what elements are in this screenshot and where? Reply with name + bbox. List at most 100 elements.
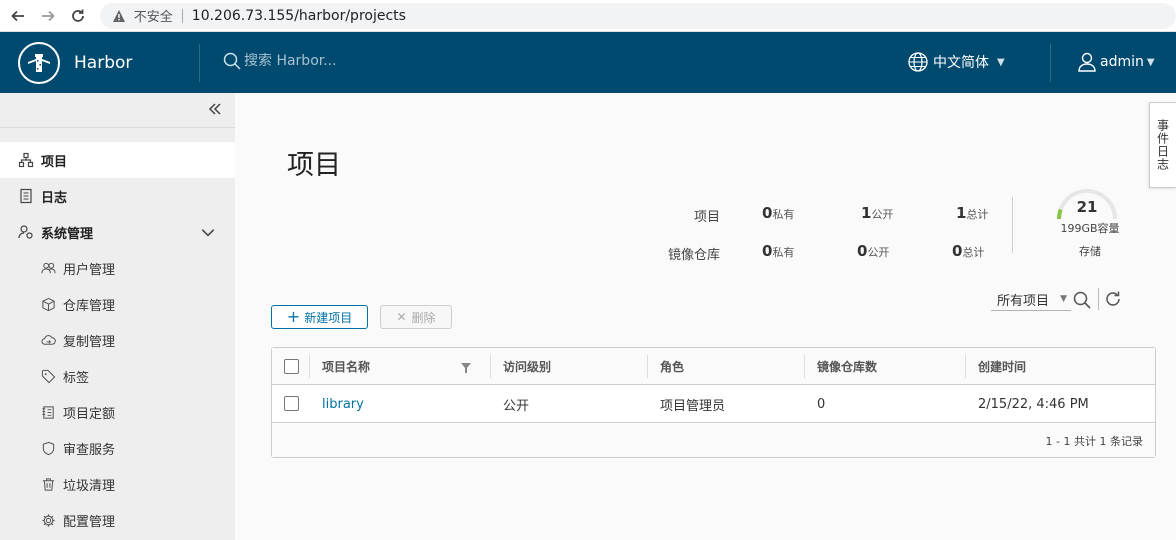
column-header-label: 访问级别	[503, 360, 552, 374]
sidebar-item-projects[interactable]: 项目	[0, 142, 235, 178]
sidebar-item-label: 复制管理	[63, 334, 116, 350]
sidebar-item-label: 项目定额	[63, 406, 116, 422]
sidebar-item-label: 用户管理	[63, 262, 116, 278]
project-filter-select[interactable]: 所有项目 ▼	[991, 289, 1071, 311]
reload-icon	[71, 9, 84, 22]
insecure-label: 不安全	[133, 10, 173, 25]
search-icon	[223, 52, 241, 70]
sidebar-item-label: 垃圾清理	[63, 478, 116, 494]
column-header-created[interactable]: 创建时间	[966, 348, 1154, 385]
chevron-down-icon: ▼	[1146, 56, 1155, 68]
warning-icon	[112, 9, 125, 22]
project-name-link[interactable]: library	[310, 385, 364, 423]
storage-used: 21	[1076, 198, 1098, 216]
projects-icon	[18, 152, 34, 168]
browser-toolbar: 不安全 10.206.73.155/harbor/projects	[0, 0, 1176, 32]
storage-label: 存储	[1079, 245, 1101, 258]
search-input[interactable]	[244, 53, 464, 69]
sidebar-item-config[interactable]: 配置管理	[0, 502, 235, 538]
address-separator	[181, 8, 183, 23]
trash-icon	[42, 477, 55, 491]
projects-stat-label: 项目	[693, 210, 720, 225]
url-text: 10.206.73.155/harbor/projects	[191, 7, 406, 24]
sidebar-item-registries[interactable]: 仓库管理	[0, 286, 235, 322]
tag-icon	[41, 369, 56, 383]
projects-public-stat: 1公开	[861, 204, 893, 222]
admin-icon	[18, 225, 33, 239]
projects-public-count: 1	[861, 204, 872, 222]
role-cell: 项目管理员	[660, 398, 726, 414]
table-header: 项目名称 访问级别 角色 镜像仓库数 创建时间	[272, 348, 1155, 385]
toolbar-divider	[1098, 288, 1099, 310]
public-unit: 公开	[867, 246, 890, 259]
repos-private-stat: 0私有	[762, 242, 794, 260]
user-menu[interactable]: admin ▼	[1077, 51, 1155, 73]
column-header-label: 角色	[660, 360, 685, 374]
projects-table: 项目名称 访问级别 角色 镜像仓库数 创建时间 library 公开 项目管理员…	[271, 347, 1156, 458]
address-bar[interactable]: 不安全 10.206.73.155/harbor/projects	[99, 2, 1176, 29]
search-icon[interactable]	[1072, 290, 1092, 310]
column-header-access[interactable]: 访问级别	[491, 348, 647, 385]
brand-name[interactable]: Harbor	[74, 53, 132, 73]
row-checkbox[interactable]	[284, 396, 299, 411]
app-header: Harbor 中文简体 ▼ admin ▼	[0, 32, 1176, 93]
creation-time-cell: 2/15/22, 4:46 PM	[978, 396, 1089, 412]
table-row[interactable]: library 公开 项目管理员 0 2/15/22, 4:46 PM	[272, 385, 1155, 423]
repos-stat-label: 镜像仓库	[667, 248, 720, 263]
harbor-logo-icon[interactable]	[18, 41, 60, 84]
sidebar-item-quotas[interactable]: 项目定额	[0, 394, 235, 430]
sidebar-item-replications[interactable]: 复制管理	[0, 322, 235, 358]
repos-private-count: 0	[762, 242, 773, 260]
column-header-role[interactable]: 角色	[648, 348, 804, 385]
filter-icon[interactable]	[461, 363, 471, 373]
delete-button[interactable]: ✕ 删除	[380, 305, 452, 329]
back-button[interactable]	[6, 4, 30, 28]
select-all-checkbox[interactable]	[284, 359, 299, 374]
stats-divider	[1012, 197, 1013, 253]
header-divider	[199, 44, 200, 82]
forward-button[interactable]	[36, 4, 60, 28]
column-header-label: 项目名称	[322, 360, 371, 374]
global-search[interactable]	[222, 51, 464, 71]
sidebar-item-label: 日志	[41, 190, 68, 206]
plus-icon: +	[286, 307, 301, 326]
column-header-repos[interactable]: 镜像仓库数	[805, 348, 965, 385]
sidebar-item-gc[interactable]: 垃圾清理	[0, 466, 235, 502]
repos-public-stat: 0公开	[857, 242, 889, 260]
sidebar-item-users[interactable]: 用户管理	[0, 250, 235, 286]
quota-icon	[42, 405, 54, 419]
sidebar-item-labels[interactable]: 标签	[0, 358, 235, 394]
refresh-icon[interactable]	[1104, 290, 1122, 308]
sidebar-item-logs[interactable]: 日志	[0, 178, 235, 214]
sidebar-item-label: 系统管理	[41, 226, 94, 242]
event-log-label: 事件日志	[1155, 119, 1170, 171]
collapse-sidebar-button[interactable]	[207, 101, 225, 119]
projects-total-count: 1	[956, 204, 967, 222]
projects-private-stat: 0私有	[762, 204, 794, 222]
repos-total-stat: 0总计	[952, 242, 984, 260]
chevron-down-icon: ▼	[1060, 294, 1067, 304]
sidebar-item-scanners[interactable]: 审查服务	[0, 430, 235, 466]
sidebar-item-admin[interactable]: 系统管理	[0, 214, 235, 250]
event-log-tab[interactable]: 事件日志	[1149, 102, 1176, 188]
column-header-label: 镜像仓库数	[817, 360, 878, 374]
repos-public-count: 0	[857, 242, 868, 260]
users-icon	[41, 262, 56, 273]
delete-label: 删除	[411, 310, 436, 325]
projects-private-count: 0	[762, 204, 773, 222]
private-unit: 私有	[772, 208, 795, 221]
table-footer: 1 - 1 共计 1 条记录	[272, 424, 1155, 457]
public-unit: 公开	[871, 208, 894, 221]
new-project-button[interactable]: + 新建项目	[271, 305, 368, 329]
chevron-down-icon: ▼	[997, 56, 1005, 68]
username: admin	[1100, 54, 1144, 70]
language-selector[interactable]: 中文简体 ▼	[907, 51, 1005, 73]
sidebar-item-label: 配置管理	[63, 514, 116, 530]
page-title: 项目	[287, 150, 341, 181]
pagination-summary: 1 - 1 共计 1 条记录	[1045, 435, 1143, 448]
reload-button[interactable]	[66, 4, 90, 28]
gear-icon	[42, 513, 55, 527]
replication-icon	[41, 334, 56, 345]
back-arrow-icon	[11, 10, 24, 21]
sidebar-item-label: 标签	[63, 370, 90, 386]
